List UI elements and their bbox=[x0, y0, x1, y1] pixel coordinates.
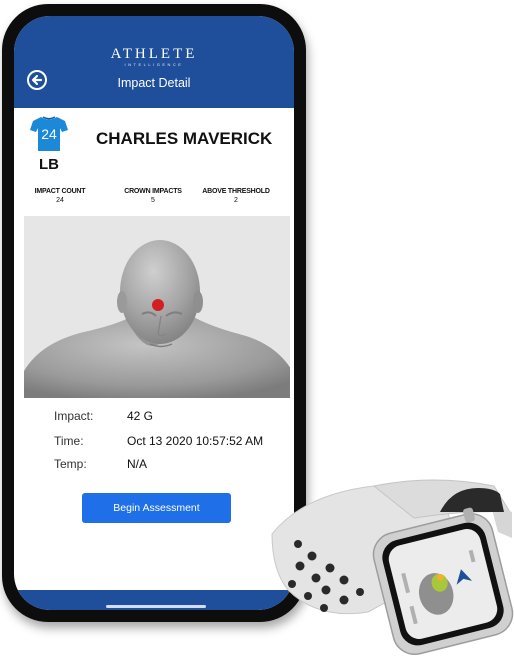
begin-assessment-button[interactable]: Begin Assessment bbox=[82, 493, 231, 523]
stat-label: IMPACT COUNT bbox=[34, 188, 86, 195]
smartwatch-image bbox=[264, 472, 514, 658]
stat-value: 2 bbox=[234, 197, 238, 204]
stat-impact-count: IMPACT COUNT 24 bbox=[14, 187, 106, 205]
time-label: Time: bbox=[54, 434, 84, 448]
player-position: LB bbox=[39, 156, 59, 173]
temp-label: Temp: bbox=[54, 457, 87, 471]
temp-value: N/A bbox=[127, 457, 148, 471]
head-impact-visualization bbox=[24, 216, 290, 398]
time-value: Oct 13 2020 10:57:52 AM bbox=[127, 434, 264, 448]
app-header: ATHLETE INTELLIGENCE Impact Detail bbox=[14, 16, 294, 108]
impact-marker bbox=[152, 299, 164, 311]
athlete-intelligence-logo: ATHLETE INTELLIGENCE bbox=[14, 46, 294, 68]
jersey-icon: 24 bbox=[30, 116, 68, 152]
stat-label: ABOVE THRESHOLD bbox=[202, 188, 270, 195]
jersey-number: 24 bbox=[41, 126, 57, 142]
logo-subtext: INTELLIGENCE bbox=[124, 62, 184, 67]
phone-screen: ATHLETE INTELLIGENCE Impact Detail 24 LB… bbox=[14, 16, 294, 610]
impact-label: Impact: bbox=[54, 409, 94, 423]
stat-label: CROWN IMPACTS bbox=[124, 188, 182, 195]
stat-above-threshold: ABOVE THRESHOLD 2 bbox=[190, 187, 282, 205]
head-shape bbox=[120, 240, 200, 344]
phone-device: ATHLETE INTELLIGENCE Impact Detail 24 LB… bbox=[2, 4, 306, 622]
impact-value: 42 G bbox=[127, 409, 154, 423]
player-name: CHARLES MAVERICK bbox=[96, 129, 273, 148]
stat-value: 24 bbox=[56, 197, 64, 204]
logo-text: ATHLETE bbox=[110, 46, 198, 62]
home-indicator[interactable] bbox=[106, 605, 206, 608]
stat-value: 5 bbox=[151, 197, 155, 204]
stat-crown-impacts: CROWN IMPACTS 5 bbox=[107, 187, 199, 205]
page-title: Impact Detail bbox=[117, 76, 191, 90]
